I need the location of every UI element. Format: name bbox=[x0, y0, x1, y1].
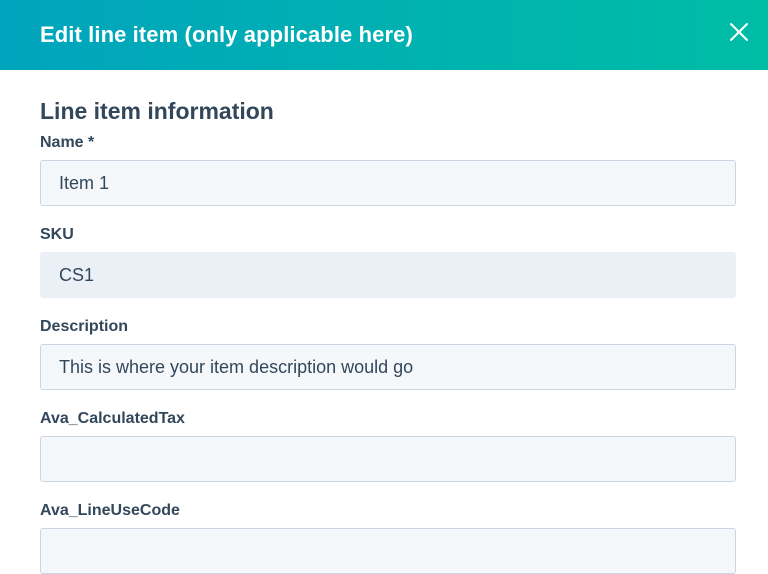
line-use-code-input[interactable] bbox=[40, 528, 736, 574]
field-group-name: Name * bbox=[40, 133, 736, 206]
field-group-description: Description bbox=[40, 317, 736, 390]
field-group-line-use-code: Ava_LineUseCode bbox=[40, 501, 736, 574]
dialog-title: Edit line item (only applicable here) bbox=[40, 22, 413, 47]
sku-input[interactable] bbox=[40, 252, 736, 298]
edit-line-item-dialog: Edit line item (only applicable here) Li… bbox=[0, 0, 768, 574]
field-group-calculated-tax: Ava_CalculatedTax bbox=[40, 409, 736, 482]
section-title: Line item information bbox=[40, 98, 274, 124]
field-group-sku: SKU bbox=[40, 225, 736, 298]
dialog-body: Line item information Name * SKU Descrip… bbox=[0, 97, 768, 574]
sku-label: SKU bbox=[40, 226, 74, 243]
line-use-code-label: Ava_LineUseCode bbox=[40, 502, 180, 519]
calculated-tax-input[interactable] bbox=[40, 436, 736, 482]
dialog-header: Edit line item (only applicable here) bbox=[0, 0, 768, 70]
close-icon bbox=[730, 23, 748, 41]
description-label: Description bbox=[40, 318, 129, 335]
description-input[interactable] bbox=[40, 344, 736, 390]
name-input[interactable] bbox=[40, 160, 736, 206]
close-button[interactable] bbox=[724, 17, 754, 47]
name-label: Name * bbox=[40, 134, 95, 151]
calculated-tax-label: Ava_CalculatedTax bbox=[40, 410, 185, 427]
